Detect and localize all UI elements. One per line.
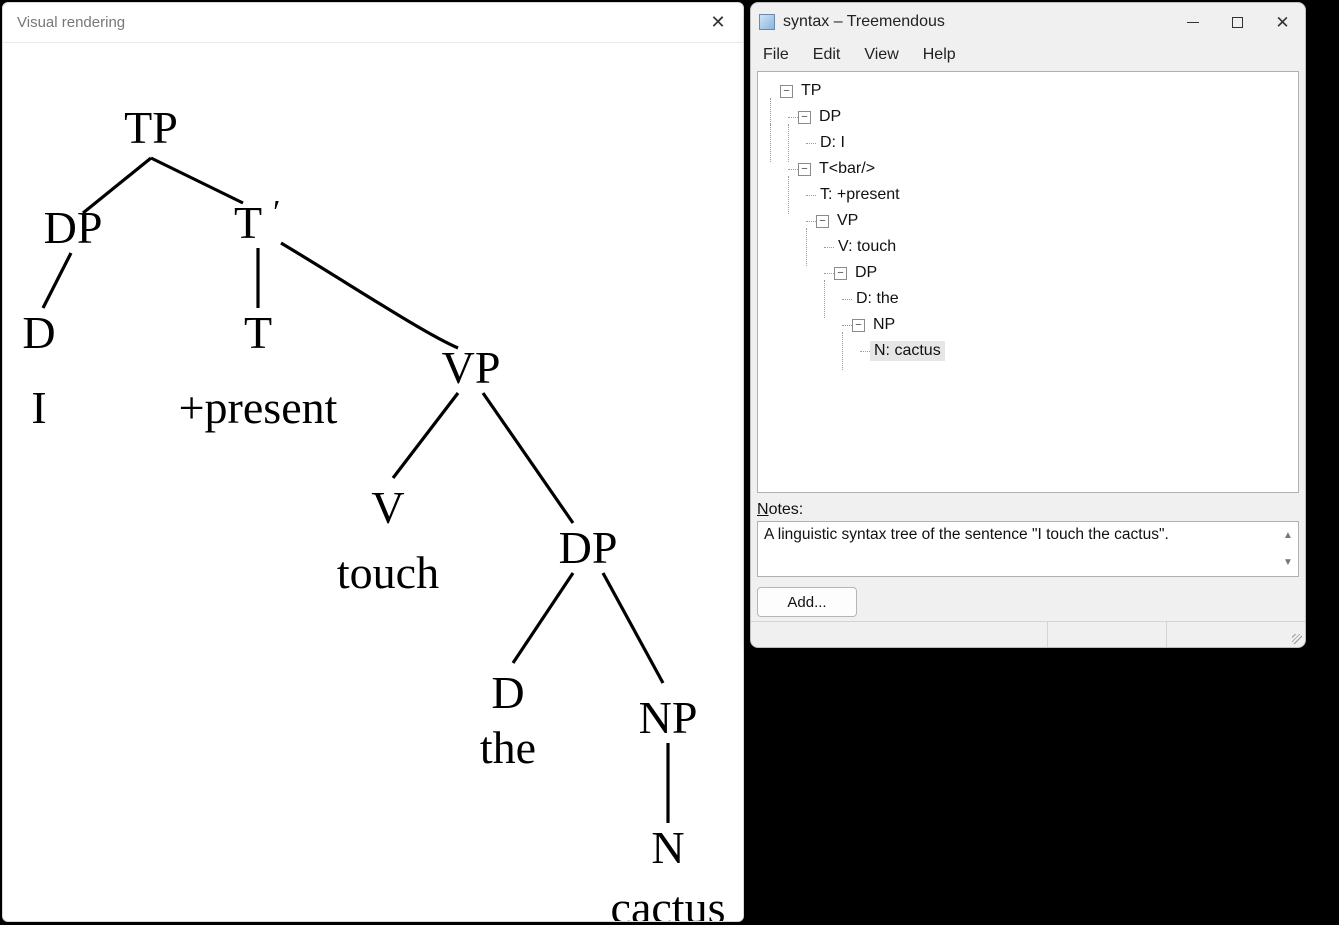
minimize-button[interactable] <box>1170 4 1215 40</box>
notes-spinner: ▲ ▼ <box>1278 522 1298 576</box>
diagram-canvas: TP DP D I T ′ T +present VP V touch DP D… <box>3 43 743 921</box>
node-Tbar-prime: ′ <box>273 194 280 231</box>
maximize-icon <box>1232 17 1243 28</box>
node-DP1: DP <box>44 202 103 253</box>
node-DP2: DP <box>559 522 618 573</box>
menubar: File Edit View Help <box>751 41 1305 69</box>
menu-view[interactable]: View <box>864 46 898 64</box>
spinner-up[interactable]: ▲ <box>1278 522 1298 549</box>
tree-item-label: V: touch <box>834 237 900 257</box>
close-button-left[interactable]: ✕ <box>695 4 741 42</box>
close-icon: ✕ <box>710 12 725 33</box>
tree-view[interactable]: − TP − DP D: I − T<bar/> <box>757 71 1299 493</box>
tree-item-label: DP <box>851 263 881 283</box>
tree-item-v-touch[interactable]: V: touch <box>762 234 1294 260</box>
title-visual-rendering: Visual rendering <box>17 14 125 31</box>
tree-item-dp1[interactable]: − DP <box>762 104 1294 130</box>
expand-toggle[interactable]: − <box>798 111 811 124</box>
node-T: T <box>244 307 272 358</box>
node-NP: NP <box>639 692 698 743</box>
tree-item-n-cactus[interactable]: N: cactus <box>762 338 1294 364</box>
expand-toggle[interactable]: − <box>798 163 811 176</box>
close-icon: ✕ <box>1275 14 1289 31</box>
expand-toggle[interactable]: − <box>852 319 865 332</box>
tree-item-label: D: the <box>852 289 903 309</box>
maximize-button[interactable] <box>1215 4 1260 40</box>
tree-item-label: NP <box>869 315 899 335</box>
node-the: the <box>480 722 536 773</box>
close-button-right[interactable]: ✕ <box>1260 4 1305 40</box>
tree-item-label: DP <box>815 107 845 127</box>
tree-item-dp2[interactable]: − DP <box>762 260 1294 286</box>
statusbar <box>751 621 1305 647</box>
resize-grip[interactable] <box>1285 622 1305 647</box>
notes-textarea[interactable]: A linguistic syntax tree of the sentence… <box>757 521 1299 577</box>
add-button[interactable]: Add... <box>757 587 857 617</box>
node-TP: TP <box>124 102 178 153</box>
tree-item-label: VP <box>833 211 862 231</box>
tree-item-label: TP <box>797 81 825 101</box>
tree-item-vp[interactable]: − VP <box>762 208 1294 234</box>
node-D2: D <box>491 667 524 718</box>
titlebar-treemendous[interactable]: syntax – Treemendous ✕ <box>751 3 1305 41</box>
node-N: N <box>651 822 684 873</box>
notes-text: A linguistic syntax tree of the sentence… <box>764 526 1169 543</box>
node-Tbar: T <box>234 197 262 248</box>
tree-item-d-the[interactable]: D: the <box>762 286 1294 312</box>
status-cell <box>1047 622 1166 647</box>
tree-item-label: T: +present <box>816 185 904 205</box>
window-visual-rendering: Visual rendering ✕ TP DP D <box>2 2 744 922</box>
titlebar-visual-rendering[interactable]: Visual rendering ✕ <box>3 3 743 43</box>
node-touch: touch <box>337 547 439 598</box>
tree-item-d-i[interactable]: D: I <box>762 130 1294 156</box>
window-treemendous: syntax – Treemendous ✕ File Edit View He… <box>750 2 1306 648</box>
node-D1: D <box>22 307 55 358</box>
tree-item-label: T<bar/> <box>815 159 879 179</box>
node-present: +present <box>179 382 338 433</box>
menu-file[interactable]: File <box>763 46 789 64</box>
tree-item-tbar[interactable]: − T<bar/> <box>762 156 1294 182</box>
tree-item-tp[interactable]: − TP <box>762 78 1294 104</box>
node-V: V <box>371 482 404 533</box>
status-cell <box>751 622 1047 647</box>
title-treemendous: syntax – Treemendous <box>783 13 945 31</box>
expand-toggle[interactable]: − <box>834 267 847 280</box>
minimize-icon <box>1187 22 1199 23</box>
notes-area: Notes: A linguistic syntax tree of the s… <box>751 499 1305 581</box>
add-bar: Add... <box>751 581 1305 621</box>
app-icon <box>759 14 775 30</box>
expand-toggle[interactable]: − <box>780 85 793 98</box>
menu-help[interactable]: Help <box>923 46 956 64</box>
tree-item-label: D: I <box>816 133 849 153</box>
tree-item-t-present[interactable]: T: +present <box>762 182 1294 208</box>
status-cell <box>1166 622 1285 647</box>
node-I: I <box>31 382 46 433</box>
node-VP: VP <box>442 342 501 393</box>
expand-toggle[interactable]: − <box>816 215 829 228</box>
menu-edit[interactable]: Edit <box>813 46 841 64</box>
node-cactus: cactus <box>611 882 726 921</box>
notes-label: Notes: <box>757 499 1299 521</box>
spinner-down[interactable]: ▼ <box>1278 549 1298 576</box>
tree-item-label: N: cactus <box>870 341 945 361</box>
